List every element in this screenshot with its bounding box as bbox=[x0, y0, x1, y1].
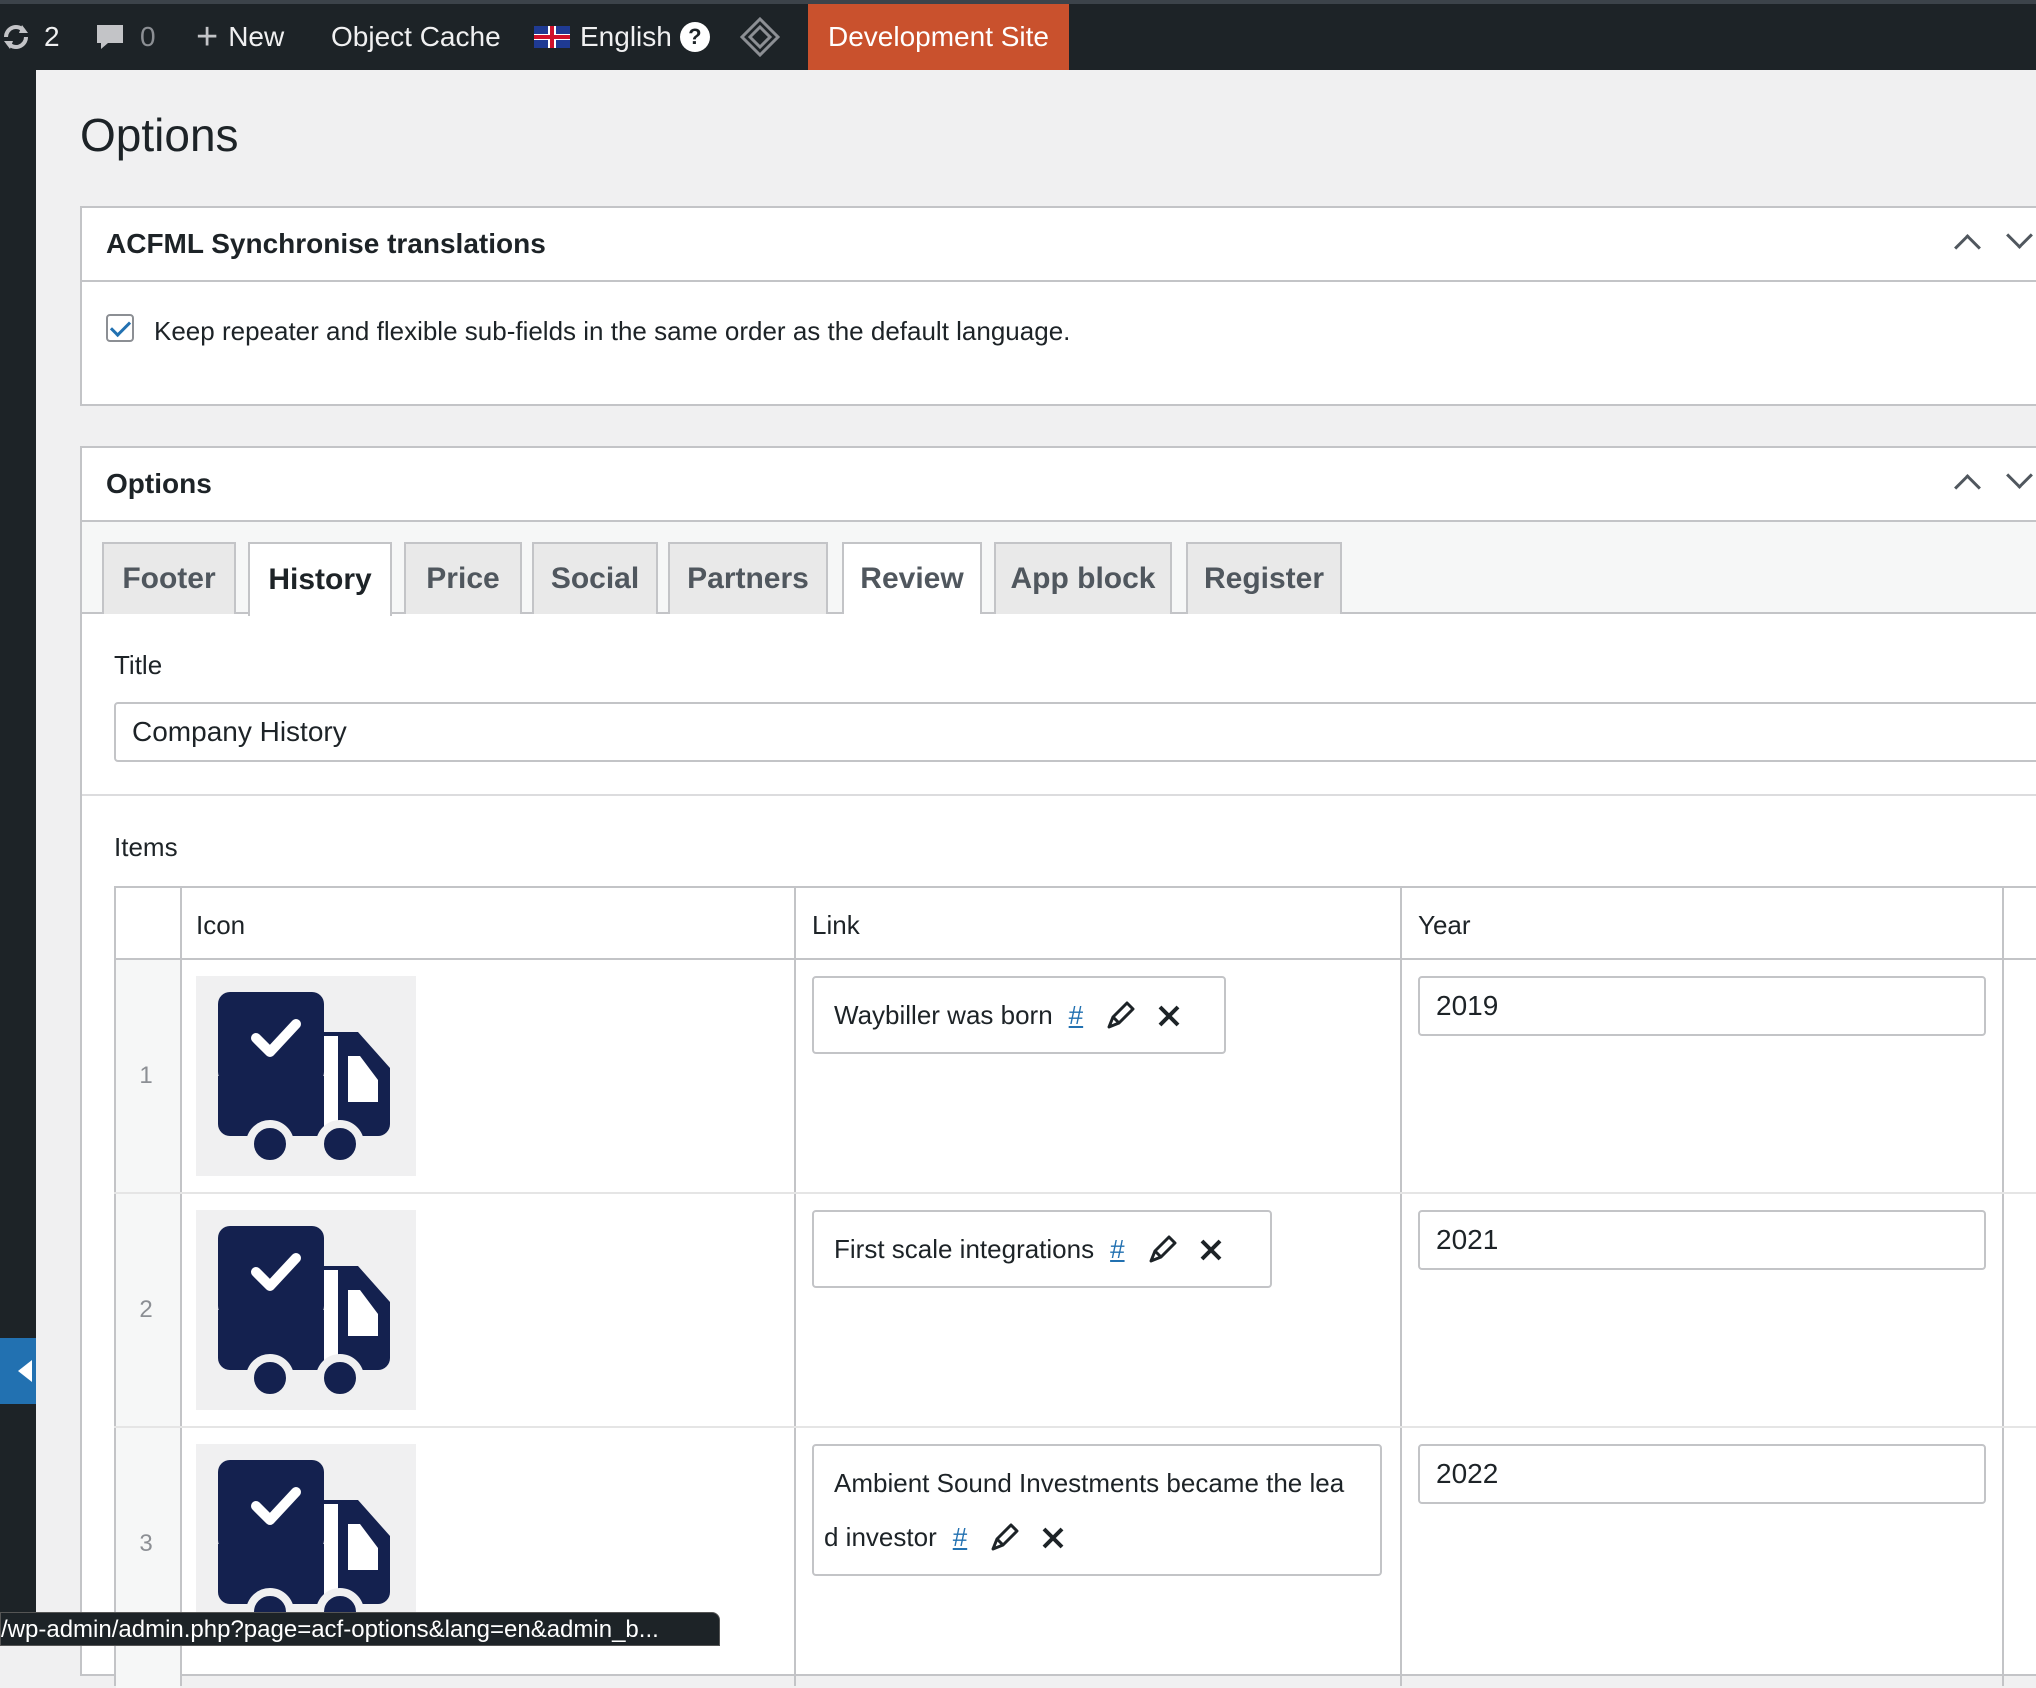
diamond-logo-icon bbox=[740, 17, 780, 57]
new-label: New bbox=[228, 21, 285, 52]
link-field[interactable]: Waybiller was born # bbox=[812, 976, 1226, 1054]
tab-app-block[interactable]: App block bbox=[994, 542, 1172, 614]
sync-order-checkbox[interactable] bbox=[106, 314, 134, 342]
tab-bar: Footer History Price Social Partners Rev… bbox=[82, 522, 2036, 616]
year-input[interactable]: 2021 bbox=[1418, 1210, 1986, 1270]
table-border bbox=[114, 886, 116, 1686]
postbox-header: Options bbox=[82, 448, 2036, 522]
icon-image-field[interactable] bbox=[196, 1210, 416, 1410]
field-divider bbox=[82, 794, 2036, 796]
close-icon[interactable] bbox=[1157, 1004, 1181, 1028]
link-title-line2: d investor bbox=[824, 1522, 937, 1552]
table-border bbox=[114, 1192, 2036, 1194]
link-title-line1: Ambient Sound Investments became the lea bbox=[834, 1468, 1345, 1498]
updates-menu[interactable]: 2 bbox=[0, 4, 60, 70]
tab-social[interactable]: Social bbox=[532, 542, 658, 614]
pencil-icon[interactable] bbox=[1105, 1001, 1135, 1031]
updates-count: 2 bbox=[44, 21, 60, 52]
comments-count: 0 bbox=[140, 21, 156, 52]
move-down-icon[interactable] bbox=[2006, 462, 2033, 489]
sync-order-label: Keep repeater and flexible sub-fields in… bbox=[154, 316, 1071, 346]
link-url[interactable]: # bbox=[1110, 1234, 1124, 1265]
postbox-title: Options bbox=[106, 468, 212, 499]
row-number: 3 bbox=[139, 1530, 153, 1557]
move-up-icon[interactable] bbox=[1954, 234, 1981, 261]
tab-history[interactable]: History bbox=[248, 542, 392, 616]
refresh-icon bbox=[4, 25, 28, 49]
uk-flag-icon bbox=[534, 26, 570, 48]
tab-footer[interactable]: Footer bbox=[102, 542, 236, 614]
link-title: First scale integrations bbox=[834, 1234, 1095, 1264]
items-repeater-table: Icon Link Year 1 Waybiller was born # 20… bbox=[114, 886, 2036, 1688]
year-input[interactable]: 2019 bbox=[1418, 976, 1986, 1036]
admin-sidebar bbox=[0, 70, 36, 1646]
status-url: /wp-admin/admin.php?page=acf-options&lan… bbox=[1, 1616, 659, 1643]
browser-status-bar: /wp-admin/admin.php?page=acf-options&lan… bbox=[0, 1612, 720, 1646]
link-url[interactable]: # bbox=[953, 1522, 967, 1553]
tab-review[interactable]: Review bbox=[842, 542, 982, 614]
truck-check-icon bbox=[218, 1226, 390, 1402]
language-switcher[interactable]: English ? bbox=[534, 4, 710, 70]
column-header-link: Link bbox=[812, 910, 860, 940]
close-icon[interactable] bbox=[1199, 1238, 1223, 1262]
plus-icon: + bbox=[196, 16, 219, 58]
row-number: 2 bbox=[139, 1296, 153, 1323]
title-input[interactable]: Company History bbox=[114, 702, 2036, 762]
postbox-title: ACFML Synchronise translations bbox=[106, 228, 546, 259]
tab-partners[interactable]: Partners bbox=[668, 542, 828, 614]
admin-bar: 2 0 + New Object Cache English ? Develop… bbox=[0, 0, 2036, 70]
icon-image-field[interactable] bbox=[196, 976, 416, 1176]
help-icon[interactable]: ? bbox=[679, 22, 710, 52]
pencil-icon[interactable] bbox=[989, 1523, 1019, 1553]
column-header-year: Year bbox=[1418, 910, 1471, 940]
pencil-icon[interactable] bbox=[1147, 1235, 1177, 1265]
acfml-sync-postbox: ACFML Synchronise translations Keep repe… bbox=[80, 206, 2036, 406]
new-content-menu[interactable]: + New bbox=[196, 4, 284, 70]
move-down-icon[interactable] bbox=[2006, 222, 2033, 249]
truck-check-icon bbox=[218, 992, 390, 1168]
link-url[interactable]: # bbox=[1069, 1000, 1083, 1031]
table-border bbox=[2002, 886, 2004, 1686]
plugin-menu[interactable] bbox=[740, 4, 780, 70]
postbox-header: ACFML Synchronise translations bbox=[82, 208, 2036, 282]
move-up-icon[interactable] bbox=[1954, 474, 1981, 501]
title-field-label: Title bbox=[114, 650, 163, 680]
row-handle[interactable] bbox=[116, 1428, 180, 1688]
comments-menu[interactable]: 0 bbox=[94, 4, 156, 70]
link-field[interactable]: Ambient Sound Investments became the lea… bbox=[812, 1444, 1382, 1576]
link-title: Waybiller was born bbox=[834, 1000, 1053, 1030]
year-input[interactable]: 2022 bbox=[1418, 1444, 1986, 1504]
close-icon[interactable] bbox=[1041, 1526, 1065, 1550]
object-cache-label: Object Cache bbox=[331, 21, 501, 52]
object-cache-menu[interactable]: Object Cache bbox=[331, 4, 501, 70]
development-site-badge[interactable]: Development Site bbox=[808, 4, 1070, 70]
row-number: 1 bbox=[139, 1062, 153, 1089]
collapse-menu-button[interactable] bbox=[0, 1338, 36, 1404]
table-border bbox=[180, 886, 182, 1686]
table-border bbox=[114, 1426, 2036, 1428]
table-border bbox=[794, 886, 796, 1686]
tab-price[interactable]: Price bbox=[404, 542, 522, 614]
table-border bbox=[114, 958, 2036, 960]
items-field-label: Items bbox=[114, 832, 178, 862]
options-postbox: Options Footer History Price Social Part… bbox=[80, 446, 2036, 1688]
column-header-icon: Icon bbox=[196, 910, 246, 940]
comment-icon bbox=[97, 25, 123, 49]
dev-site-label: Development Site bbox=[828, 21, 1050, 52]
tab-register[interactable]: Register bbox=[1186, 542, 1342, 614]
table-border bbox=[114, 886, 2036, 888]
table-border bbox=[1400, 886, 1402, 1686]
link-field[interactable]: First scale integrations # bbox=[812, 1210, 1272, 1288]
page-title: Options bbox=[80, 109, 239, 161]
language-label: English bbox=[580, 21, 672, 52]
